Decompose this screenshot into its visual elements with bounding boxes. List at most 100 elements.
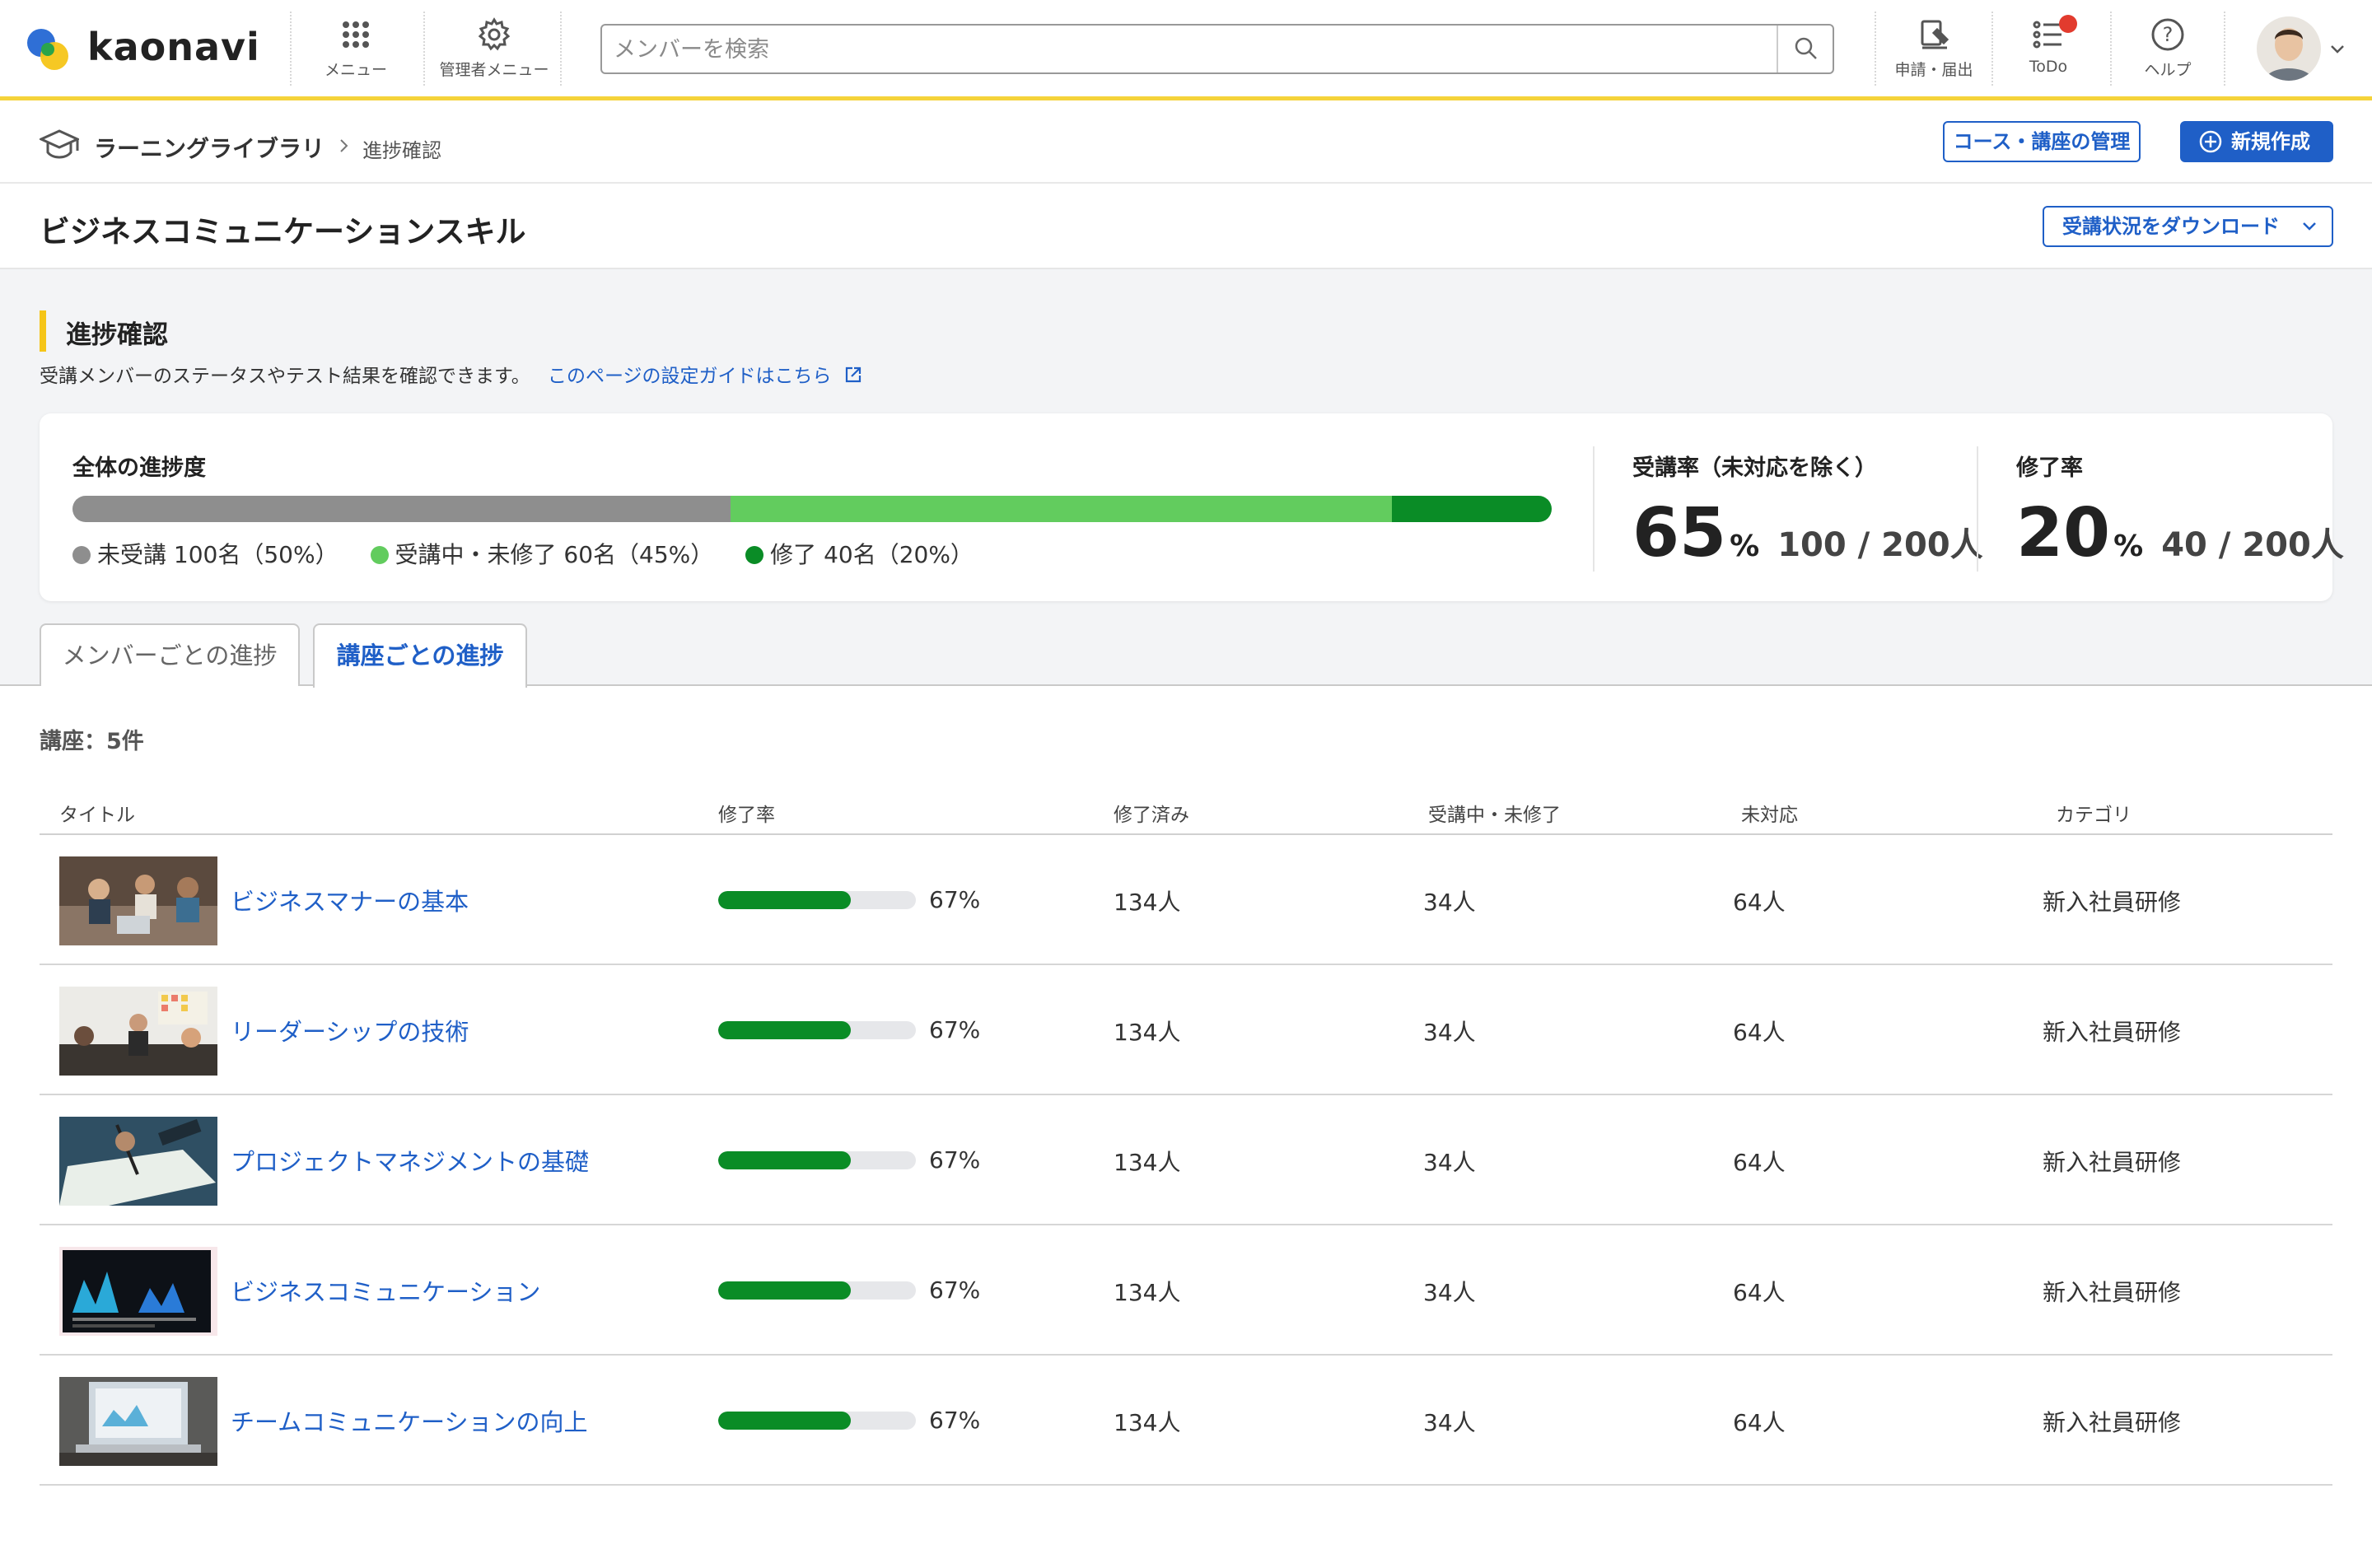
create-new-button[interactable]: 新規作成	[2180, 121, 2333, 162]
column-header-in-progress: 受講中・未修了	[1428, 799, 1561, 827]
avatar-photo	[2257, 16, 2321, 81]
completion-rate-ratio: 40 / 200人	[2161, 526, 2344, 564]
table-row[interactable]: ビジネスマナーの基本67%134人34人64人新入社員研修	[40, 835, 2332, 965]
dashboard-photo	[59, 1247, 217, 1336]
legend-completed: 修了 40名（20%）	[745, 537, 974, 570]
chevron-down-icon	[2300, 217, 2319, 236]
help-button[interactable]: ? ヘルプ	[2125, 10, 2211, 89]
completed-count: 134人	[1114, 1015, 1180, 1048]
settings-guide-link-text: このページの設定ガイドはこちら	[548, 366, 832, 387]
kaonavi-logo[interactable]: kaonavi	[25, 21, 255, 74]
completion-rate-label: 修了率	[2016, 450, 2083, 482]
chevron-down-icon[interactable]	[2328, 40, 2347, 59]
legend-in-progress-label: 受講中・未修了 60名（45%）	[395, 541, 714, 568]
overall-progress-bar	[72, 496, 1552, 522]
breadcrumb-root-link[interactable]: ラーニングライブラリ	[94, 131, 325, 164]
search-button[interactable]	[1777, 26, 1833, 72]
progress-legend: 未受講 100名（50%） 受講中・未修了 60名（45%） 修了 40名（20…	[72, 537, 998, 570]
completion-rate-number: 20	[2016, 494, 2110, 572]
attendance-rate-label: 受講率（未対応を除く）	[1632, 450, 1877, 482]
menu-button[interactable]: メニュー	[313, 10, 399, 89]
tab-member-progress[interactable]: メンバーごとの進捗	[40, 623, 300, 686]
legend-not-started-label: 未受講 100名（50%）	[97, 541, 339, 568]
chevron-right-icon	[336, 138, 353, 154]
member-search	[600, 24, 1834, 74]
legend-dot-not-started	[72, 546, 91, 564]
completion-rate-fill	[718, 1021, 851, 1039]
course-thumbnail[interactable]	[59, 987, 217, 1076]
completion-rate-fill	[718, 1151, 851, 1169]
table-row[interactable]: プロジェクトマネジメントの基礎67%134人34人64人新入社員研修	[40, 1095, 2332, 1225]
completion-rate-bar	[718, 1151, 916, 1169]
menu-label: メニュー	[325, 61, 387, 79]
breadcrumb-current: 進捗確認	[362, 134, 441, 163]
legend-dot-completed	[745, 546, 763, 564]
section-description: 受講メンバーのステータスやテスト結果を確認できます。 このページの設定ガイドはこ…	[40, 360, 864, 388]
attendance-rate-value: 65%100 / 200人	[1632, 494, 1983, 572]
column-header-completed: 修了済み	[1114, 799, 1189, 827]
category-label: 新入社員研修	[2043, 1275, 2181, 1308]
table-row[interactable]: ビジネスコミュニケーション67%134人34人64人新入社員研修	[40, 1225, 2332, 1356]
table-row[interactable]: リーダーシップの技術67%134人34人64人新入社員研修	[40, 965, 2332, 1095]
application-icon	[1916, 16, 1952, 53]
settings-guide-link[interactable]: このページの設定ガイドはこちら	[548, 366, 864, 387]
course-thumbnail[interactable]	[59, 1247, 217, 1336]
in-progress-count: 34人	[1423, 1275, 1476, 1308]
card-divider	[1593, 446, 1595, 572]
course-title-link[interactable]: プロジェクトマネジメントの基礎	[231, 1143, 589, 1178]
course-thumbnail[interactable]	[59, 856, 217, 945]
attendance-rate-ratio: 100 / 200人	[1777, 526, 1982, 564]
course-title-link[interactable]: ビジネスマナーの基本	[231, 883, 469, 917]
course-title-link[interactable]: ビジネスコミュニケーション	[231, 1273, 540, 1308]
course-title-link[interactable]: チームコミュニケーションの向上	[231, 1403, 588, 1438]
tab-course-progress[interactable]: 講座ごとの進捗	[313, 623, 527, 688]
table-row[interactable]: チームコミュニケーションの向上67%134人34人64人新入社員研修	[40, 1356, 2332, 1486]
help-label: ヘルプ	[2144, 61, 2191, 79]
application-button[interactable]: 申請・届出	[1886, 10, 1982, 89]
completion-rate-bar	[718, 1412, 916, 1430]
completed-count: 134人	[1114, 1145, 1180, 1178]
grid-icon	[338, 16, 374, 53]
user-avatar[interactable]	[2257, 16, 2321, 81]
admin-menu-label: 管理者メニュー	[439, 61, 549, 79]
completion-rate-fill	[718, 1412, 851, 1430]
completed-count: 134人	[1114, 884, 1180, 917]
search-input[interactable]	[614, 32, 1767, 67]
plus-circle-icon	[2198, 129, 2223, 154]
manage-courses-button[interactable]: コース・講座の管理	[1943, 121, 2141, 162]
completion-rate-text: 67%	[929, 1146, 980, 1174]
in-progress-count: 34人	[1423, 1145, 1476, 1178]
progress-card: 全体の進捗度 未受講 100名（50%） 受講中・未修了 60名（45%） 修了…	[40, 413, 2332, 601]
kaonavi-logo-icon	[25, 21, 77, 74]
progress-summary-section: 進捗確認 受講メンバーのステータスやテスト結果を確認できます。 このページの設定…	[0, 269, 2372, 686]
gear-icon	[476, 16, 512, 53]
legend-not-started: 未受講 100名（50%）	[72, 537, 339, 570]
breadcrumb-bar: ラーニングライブラリ 進捗確認 コース・講座の管理 新規作成	[0, 105, 2372, 184]
completed-count: 134人	[1114, 1405, 1180, 1438]
admin-menu-button[interactable]: 管理者メニュー	[428, 10, 560, 89]
page-title-bar: ビジネスコミュニケーションスキル 受講状況をダウンロード	[0, 184, 2372, 269]
not-started-count: 64人	[1733, 1275, 1786, 1308]
todo-button[interactable]: ToDo	[2003, 10, 2094, 89]
course-thumbnail[interactable]	[59, 1377, 217, 1466]
column-header-rate: 修了率	[718, 799, 775, 827]
course-title-link[interactable]: リーダーシップの技術	[231, 1013, 469, 1048]
in-progress-count: 34人	[1423, 1015, 1476, 1048]
completed-count: 134人	[1114, 1275, 1180, 1308]
card-divider	[1977, 446, 1978, 572]
section-description-text: 受講メンバーのステータスやテスト結果を確認できます。	[40, 366, 530, 387]
section-title: 進捗確認	[66, 314, 168, 351]
not-started-count: 64人	[1733, 884, 1786, 917]
completion-rate-text: 67%	[929, 1407, 980, 1434]
overall-progress-label: 全体の進捗度	[72, 450, 206, 482]
course-count: 講座：5件	[40, 723, 144, 755]
not-started-count: 64人	[1733, 1015, 1786, 1048]
download-status-button[interactable]: 受講状況をダウンロード	[2043, 206, 2333, 247]
column-header-title: タイトル	[59, 799, 135, 827]
not-started-count: 64人	[1733, 1145, 1786, 1178]
legend-in-progress: 受講中・未修了 60名（45%）	[371, 537, 714, 570]
course-thumbnail[interactable]	[59, 1117, 217, 1206]
completion-rate-fill	[718, 891, 851, 909]
attendance-rate-number: 65	[1632, 494, 1726, 572]
completion-rate-text: 67%	[929, 1016, 980, 1043]
